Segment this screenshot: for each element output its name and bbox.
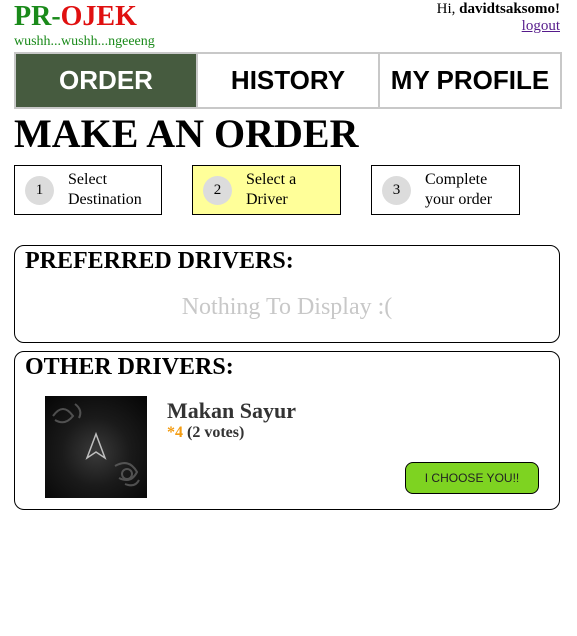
- rating-votes: (2 votes): [187, 424, 245, 441]
- driver-avatar: [45, 396, 147, 498]
- preferred-drivers-panel: PREFERRED DRIVERS: Nothing To Display :(: [14, 245, 560, 343]
- step-label: Select a Driver: [246, 170, 296, 210]
- step-label: Select Destination: [68, 170, 142, 210]
- logo-ojek: OJEK: [60, 1, 137, 32]
- main-nav: ORDER HISTORY MY PROFILE: [14, 52, 562, 109]
- logo-pr: PR: [14, 1, 52, 32]
- tagline: wushh...wushh...ngeeeng: [14, 34, 155, 49]
- other-drivers-panel: OTHER DRIVERS: Makan Sayur *4 (2 votes) …: [14, 351, 560, 510]
- user-greeting: Hi, davidtsaksomo!: [437, 1, 560, 18]
- choose-driver-button[interactable]: I CHOOSE YOU!!: [405, 462, 539, 494]
- username: davidtsaksomo!: [459, 1, 560, 17]
- step-complete-order: 3 Complete your order: [371, 165, 520, 215]
- driver-name: Makan Sayur: [167, 398, 296, 423]
- step-label-line1: Select a: [246, 171, 297, 188]
- driver-rating: *4 (2 votes): [167, 424, 244, 442]
- step-select-driver: 2 Select a Driver: [192, 165, 341, 215]
- tab-order[interactable]: ORDER: [14, 52, 198, 109]
- step-label: Complete your order: [425, 170, 492, 210]
- step-label-line2: Driver: [246, 191, 288, 208]
- page-title: MAKE AN ORDER: [14, 111, 359, 156]
- step-number: 1: [25, 175, 54, 205]
- preferred-drivers-title: PREFERRED DRIVERS:: [25, 248, 294, 274]
- tab-my-profile[interactable]: MY PROFILE: [380, 52, 562, 109]
- logout-link[interactable]: logout: [522, 18, 560, 35]
- step-number: 2: [203, 175, 232, 205]
- step-select-destination: 1 Select Destination: [14, 165, 162, 215]
- step-label-line1: Complete: [425, 171, 488, 188]
- rating-star: *4: [167, 424, 183, 441]
- step-label-line1: Select: [68, 171, 108, 188]
- tab-history[interactable]: HISTORY: [198, 52, 380, 109]
- step-number: 3: [382, 175, 411, 205]
- other-drivers-title: OTHER DRIVERS:: [25, 354, 234, 380]
- step-label-line2: your order: [425, 191, 493, 208]
- app-logo: PR-OJEK: [14, 2, 137, 32]
- logo-dash: -: [51, 1, 61, 32]
- greeting-prefix: Hi,: [436, 1, 460, 17]
- empty-message: Nothing To Display :(: [181, 294, 393, 320]
- step-label-line2: Destination: [68, 191, 142, 208]
